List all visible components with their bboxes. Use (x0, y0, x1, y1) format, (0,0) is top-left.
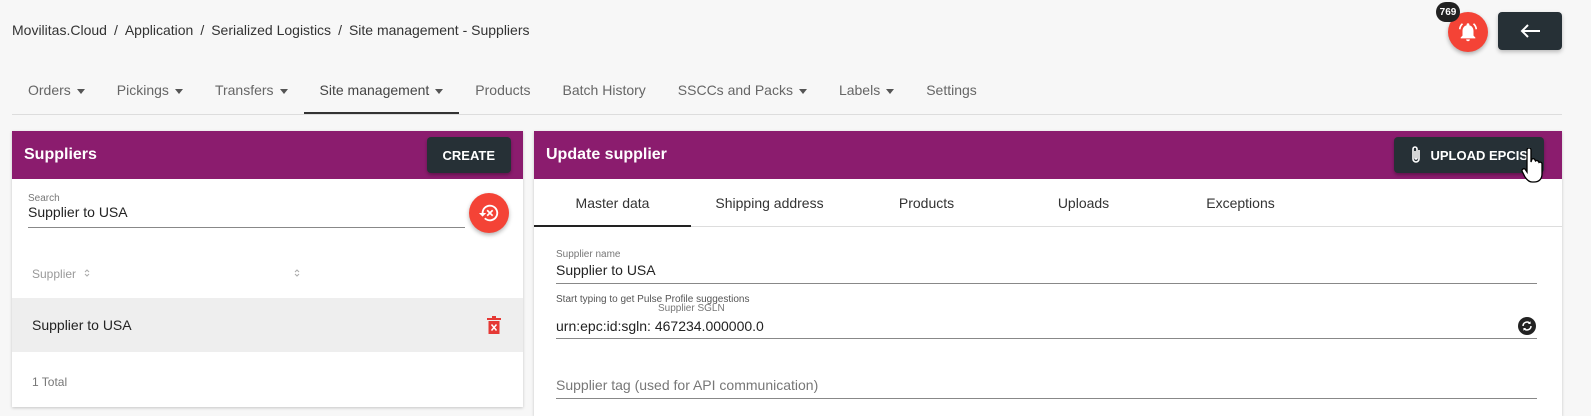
nav-label: Products (475, 82, 531, 98)
paperclip-icon (1412, 146, 1421, 163)
nav-products[interactable]: Products (459, 68, 546, 114)
tab-uploads[interactable]: Uploads (1005, 179, 1162, 227)
nav-orders[interactable]: Orders (12, 68, 101, 114)
tab-products[interactable]: Products (848, 179, 1005, 227)
search-input[interactable]: Search Supplier to USA (28, 193, 465, 228)
caret-down-icon (435, 89, 444, 94)
breadcrumb-item[interactable]: Application (125, 22, 194, 38)
caret-down-icon (279, 89, 288, 94)
search-value[interactable]: Supplier to USA (28, 204, 465, 220)
back-button[interactable] (1498, 12, 1562, 50)
breadcrumb-item: Site management - Suppliers (348, 22, 530, 38)
suppliers-card-header: Suppliers CREATE (12, 131, 523, 179)
bell-icon (1458, 23, 1478, 42)
main-nav: Orders Pickings Transfers Site managemen… (12, 68, 1562, 115)
sort-icon[interactable] (294, 267, 300, 281)
nav-label: Pickings (116, 82, 169, 98)
nav-pickings[interactable]: Pickings (101, 68, 199, 114)
nav-label: Labels (838, 82, 881, 98)
supplier-tag-placeholder: Supplier tag (used for API communication… (556, 377, 819, 393)
nav-ssccs-and-packs[interactable]: SSCCs and Packs (662, 68, 823, 114)
refresh-icon[interactable] (1518, 317, 1536, 335)
sgln-value[interactable]: urn:epc:id:sgln: 467234.000000.0 (556, 318, 1518, 334)
notification-count-badge: 769 (1436, 2, 1460, 22)
nav-site-management[interactable]: Site management (303, 68, 460, 114)
breadcrumb-separator: / (200, 22, 205, 38)
notifications-button[interactable]: 769 (1436, 2, 1488, 52)
hand-cursor-icon (1521, 148, 1543, 183)
upload-epcis-label: UPLOAD EPCIS (1430, 147, 1528, 163)
tab-bar: Master data Shipping address Products Up… (534, 179, 1562, 227)
nav-label: Settings (926, 82, 977, 98)
nav-batch-history[interactable]: Batch History (547, 68, 662, 114)
total-count: 1 Total (32, 375, 68, 389)
supplier-name-value[interactable]: Supplier to USA (556, 262, 1537, 278)
delete-icon[interactable] (487, 316, 501, 334)
nav-settings[interactable]: Settings (910, 68, 993, 114)
sgln-input-line: urn:epc:id:sgln: 467234.000000.0 (556, 317, 1537, 339)
arrow-left-icon (1520, 24, 1540, 38)
nav-label: SSCCs and Packs (677, 82, 793, 98)
sort-icon[interactable] (84, 267, 294, 281)
search-label: Search (28, 193, 60, 204)
history-icon (478, 204, 499, 222)
suppliers-title: Suppliers (24, 146, 97, 163)
tab-master-data[interactable]: Master data (534, 179, 691, 227)
nav-label: Batch History (562, 82, 646, 98)
supplier-name-label: Supplier name (556, 249, 621, 260)
table-header: Supplier (32, 267, 300, 281)
update-title: Update supplier (546, 146, 667, 163)
tab-exceptions[interactable]: Exceptions (1162, 179, 1319, 227)
suppliers-card: Suppliers CREATE Search Supplier to USA … (12, 131, 523, 407)
update-supplier-card: Update supplier UPLOAD EPCIS Master data… (534, 131, 1562, 416)
tab-shipping-address[interactable]: Shipping address (691, 179, 848, 227)
supplier-name-field[interactable]: Supplier name Supplier to USA (556, 249, 1537, 284)
nav-transfers[interactable]: Transfers (199, 68, 304, 114)
breadcrumb-separator: / (338, 22, 342, 38)
breadcrumb-item[interactable]: Movilitas.Cloud (12, 22, 107, 38)
nav-label: Site management (319, 82, 430, 98)
update-card-header: Update supplier UPLOAD EPCIS (534, 131, 1562, 179)
caret-down-icon (886, 89, 895, 94)
breadcrumb-separator: / (113, 22, 118, 38)
nav-label: Orders (28, 82, 71, 98)
breadcrumb-item[interactable]: Serialized Logistics (211, 22, 331, 38)
table-row[interactable]: Supplier to USA (12, 298, 523, 352)
column-header-supplier[interactable]: Supplier (32, 267, 84, 281)
caret-down-icon (174, 89, 183, 94)
sgln-label: Supplier SGLN (658, 303, 725, 314)
caret-down-icon (798, 89, 807, 94)
caret-down-icon (76, 89, 85, 94)
nav-labels[interactable]: Labels (823, 68, 910, 114)
supplier-tag-field[interactable]: Supplier tag (used for API communication… (556, 377, 1537, 399)
nav-label: Transfers (214, 82, 274, 98)
reset-search-button[interactable] (469, 193, 509, 233)
breadcrumb: Movilitas.Cloud / Application / Serializ… (12, 22, 530, 38)
sgln-field[interactable]: Start typing to get Pulse Profile sugges… (556, 294, 1537, 339)
create-button[interactable]: CREATE (426, 137, 511, 173)
supplier-name-cell: Supplier to USA (32, 317, 132, 333)
